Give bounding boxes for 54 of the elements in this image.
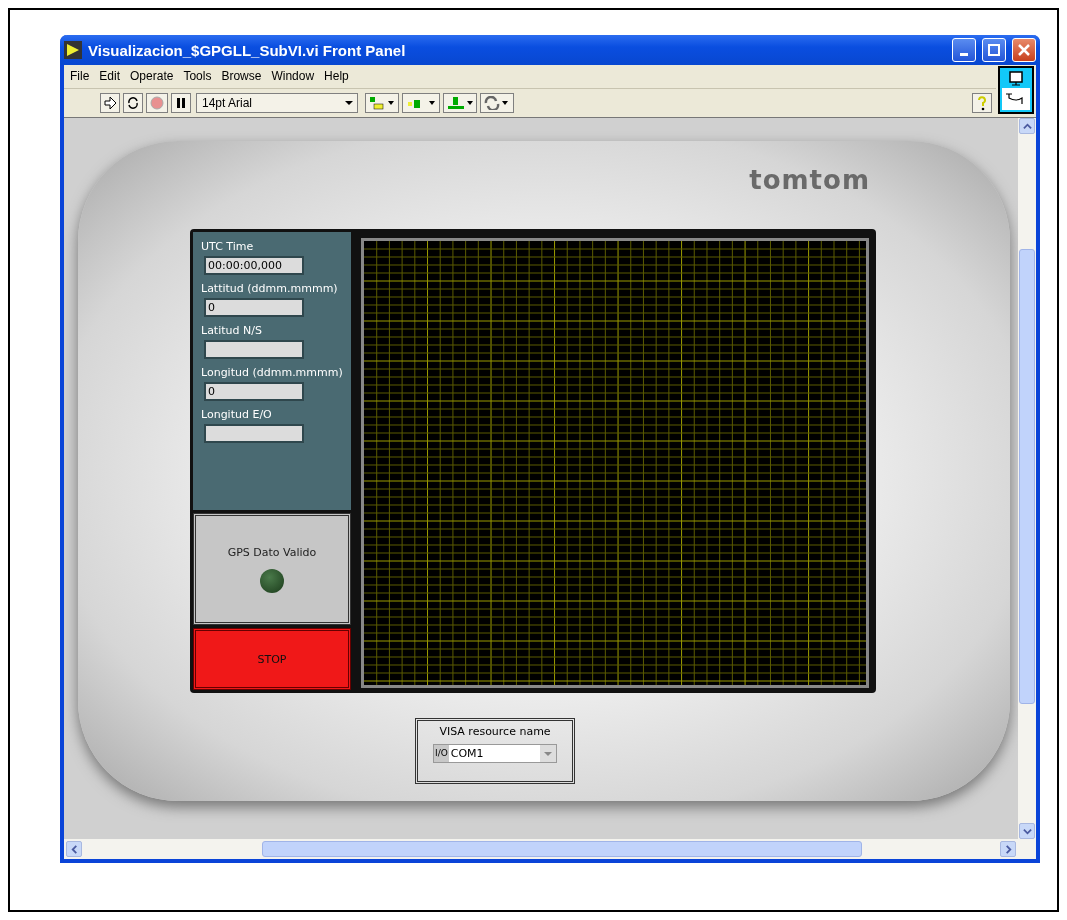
visa-label: VISA resource name bbox=[439, 725, 551, 738]
indicator-field: 00:00:00,000 bbox=[204, 256, 304, 275]
pause-button[interactable] bbox=[171, 93, 191, 113]
menu-item[interactable]: Tools bbox=[183, 69, 212, 84]
reorder-icon bbox=[483, 96, 511, 110]
window-title: Visualizacion_$GPGLL_SubVI.vi Front Panel bbox=[88, 41, 407, 59]
menu-item[interactable]: Window bbox=[271, 69, 315, 84]
cycle-arrows-icon bbox=[126, 96, 140, 110]
scroll-left-icon bbox=[69, 844, 79, 854]
field-label: Lattitud (ddmm.mmmm) bbox=[201, 282, 339, 295]
arrow-icon bbox=[103, 96, 117, 110]
distribute-button[interactable] bbox=[402, 93, 440, 113]
reorder-button[interactable] bbox=[480, 93, 514, 113]
menu-item[interactable]: File bbox=[70, 69, 90, 84]
minimize-button[interactable] bbox=[952, 38, 976, 62]
field-label: Longitud (ddmm.mmmm) bbox=[201, 366, 343, 379]
maximize-icon bbox=[988, 44, 1000, 56]
run-continuously-button[interactable] bbox=[123, 93, 143, 113]
minimize-icon bbox=[960, 52, 968, 56]
resize-objects-icon bbox=[446, 96, 474, 110]
run-button[interactable] bbox=[100, 93, 120, 113]
indicator-field: 0 bbox=[204, 382, 304, 401]
help-button[interactable] bbox=[972, 93, 992, 113]
align-objects-icon bbox=[368, 96, 396, 110]
vertical-scrollbar[interactable] bbox=[1018, 118, 1036, 839]
indicator-field: 0 bbox=[204, 298, 304, 317]
align-button[interactable] bbox=[365, 93, 399, 113]
stop-button[interactable]: STOP bbox=[193, 628, 351, 690]
connector-pane-icon[interactable] bbox=[998, 66, 1034, 114]
menu-item[interactable]: Browse bbox=[221, 69, 262, 84]
led-label: GPS Dato Valido bbox=[227, 545, 317, 559]
menu-item[interactable]: Help bbox=[324, 69, 349, 84]
close-icon bbox=[1018, 44, 1030, 56]
maximize-button[interactable] bbox=[982, 38, 1006, 62]
close-button[interactable] bbox=[1012, 38, 1036, 62]
labview-icon bbox=[64, 41, 82, 59]
pause-icon bbox=[175, 97, 187, 109]
menu-item[interactable]: Edit bbox=[99, 69, 121, 84]
brand-logo: tomtom bbox=[749, 165, 870, 197]
field-label: Longitud E/O bbox=[201, 408, 273, 421]
resize-button[interactable] bbox=[443, 93, 477, 113]
stop-circle-icon bbox=[149, 95, 165, 111]
scroll-down-icon bbox=[1022, 826, 1032, 836]
menu-item[interactable]: Operate bbox=[130, 69, 174, 84]
scroll-right-icon bbox=[1003, 844, 1013, 854]
scroll-up-icon bbox=[1022, 121, 1032, 131]
caret-icon bbox=[345, 101, 353, 105]
field-label: UTC Time bbox=[201, 240, 255, 253]
visa-resource-dropdown[interactable]: I/O COM1 bbox=[433, 744, 557, 763]
font-dropdown[interactable]: 14pt Arial bbox=[196, 93, 358, 113]
horizontal-scrollbar[interactable] bbox=[64, 839, 1036, 859]
caret-icon bbox=[543, 750, 553, 757]
question-mark-icon bbox=[976, 95, 988, 111]
field-label: Latitud N/S bbox=[201, 324, 263, 337]
